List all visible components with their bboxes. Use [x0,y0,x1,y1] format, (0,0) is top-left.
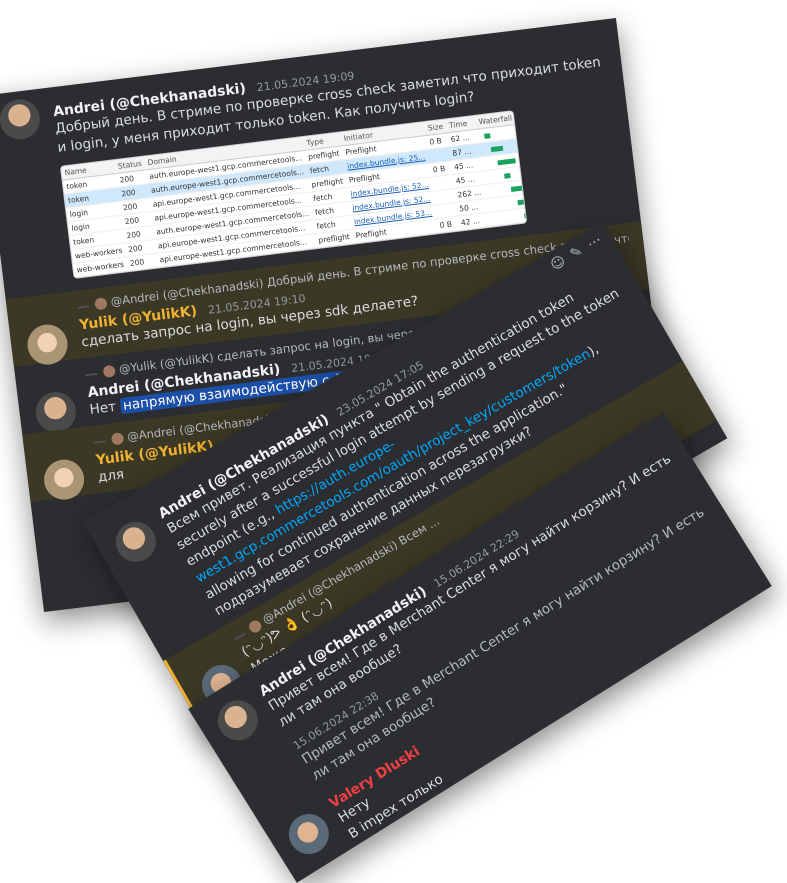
avatar[interactable] [41,457,87,502]
waterfall-bar [510,185,524,192]
cell-size: 0 B [435,216,459,233]
message-text-prefix: Нет [88,398,122,418]
waterfall-bar [490,145,504,152]
reaction-count: 1 [380,831,395,848]
waterfall-bar [524,212,528,219]
avatar[interactable] [210,692,266,748]
cell-type: preflight [314,229,354,248]
avatar[interactable] [108,514,164,570]
reply-avatar [94,296,108,311]
waterfall-bar [497,157,516,165]
waterfall-bar [517,197,528,205]
cell-time: 42 ... [457,212,489,231]
avatar[interactable] [0,97,43,142]
avatar[interactable] [281,806,337,862]
reply-avatar [110,431,125,446]
reply-avatar [102,364,116,378]
cell-status: 200 [126,253,158,271]
waterfall-bar [484,132,491,139]
waterfall-bar [504,172,511,179]
thumbs-up-icon: 👍 [364,837,385,858]
